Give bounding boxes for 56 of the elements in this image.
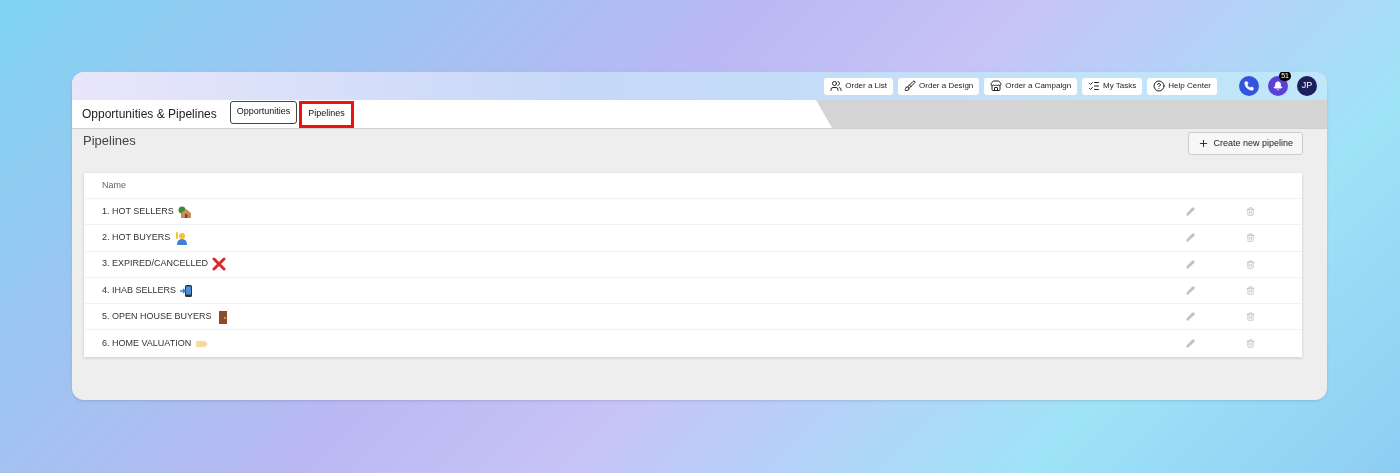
- pencil-icon: [1185, 233, 1195, 243]
- delete-button[interactable]: [1244, 258, 1256, 271]
- pipeline-name: 5. OPEN HOUSE BUYERS: [102, 310, 212, 324]
- phone-icon: [1244, 81, 1254, 91]
- pencil-icon: [1185, 259, 1195, 269]
- pipeline-name: 6. HOME VALUATION: [102, 336, 192, 350]
- toolbar-button[interactable]: My Tasks: [1082, 77, 1143, 95]
- bell-icon: [1273, 81, 1283, 91]
- people-icon: [830, 80, 843, 92]
- delete-button[interactable]: [1244, 284, 1256, 297]
- edit-button[interactable]: [1184, 231, 1196, 244]
- notifications-button[interactable]: [1268, 76, 1288, 96]
- edit-button[interactable]: [1184, 310, 1196, 323]
- edit-button[interactable]: [1184, 337, 1196, 350]
- list-icon: [1088, 80, 1101, 92]
- delete-button[interactable]: [1244, 337, 1256, 350]
- page-heading: Opportunities & Pipelines: [82, 106, 217, 123]
- pencil-icon: [1185, 207, 1195, 217]
- create-pipeline-button[interactable]: Create new pipeline: [1188, 132, 1303, 155]
- trash-icon: [1245, 339, 1255, 349]
- toolbar-button[interactable]: Order a Design: [898, 77, 980, 95]
- store-icon: [990, 80, 1003, 92]
- column-header: Name: [102, 178, 126, 192]
- edit-button[interactable]: [1184, 284, 1196, 297]
- trash-icon: [1245, 312, 1255, 322]
- toolbar-button[interactable]: Order a List: [824, 77, 894, 95]
- brush-icon: [904, 80, 917, 92]
- pencil-icon: [1185, 339, 1195, 349]
- cross-icon: [212, 257, 227, 272]
- trash-icon: [1245, 286, 1255, 296]
- trash-icon: [1245, 207, 1255, 217]
- pipeline-name: 3. EXPIRED/CANCELLED: [102, 257, 209, 271]
- delete-button[interactable]: [1244, 205, 1256, 218]
- trash-icon: [1245, 233, 1255, 243]
- pencil-icon: [1185, 286, 1195, 296]
- toolbar-button[interactable]: Help Center: [1147, 77, 1217, 95]
- phone-button[interactable]: [1239, 76, 1259, 96]
- user-avatar[interactable]: JP: [1297, 76, 1317, 96]
- pipeline-name: 1. HOT SELLERS: [102, 204, 174, 218]
- pipeline-name: 2. HOT BUYERS: [102, 231, 171, 245]
- tab[interactable]: Pipelines: [299, 100, 354, 128]
- plus-icon: [1198, 138, 1210, 149]
- toolbar-button[interactable]: Order a Campaign: [984, 77, 1078, 95]
- edit-button[interactable]: [1184, 205, 1196, 218]
- phone-icon: [180, 283, 195, 298]
- person-icon: [174, 230, 189, 245]
- delete-button[interactable]: [1244, 310, 1256, 323]
- tab[interactable]: Opportunities: [229, 100, 298, 124]
- section-title: Pipelines: [83, 132, 136, 150]
- delete-button[interactable]: [1244, 231, 1256, 244]
- edit-button[interactable]: [1184, 258, 1196, 271]
- house-icon: [177, 204, 192, 219]
- help-icon: [1153, 80, 1166, 92]
- pipeline-name: 4. IHAB SELLERS: [102, 283, 177, 297]
- trash-icon: [1245, 259, 1255, 269]
- pencil-icon: [1185, 312, 1195, 322]
